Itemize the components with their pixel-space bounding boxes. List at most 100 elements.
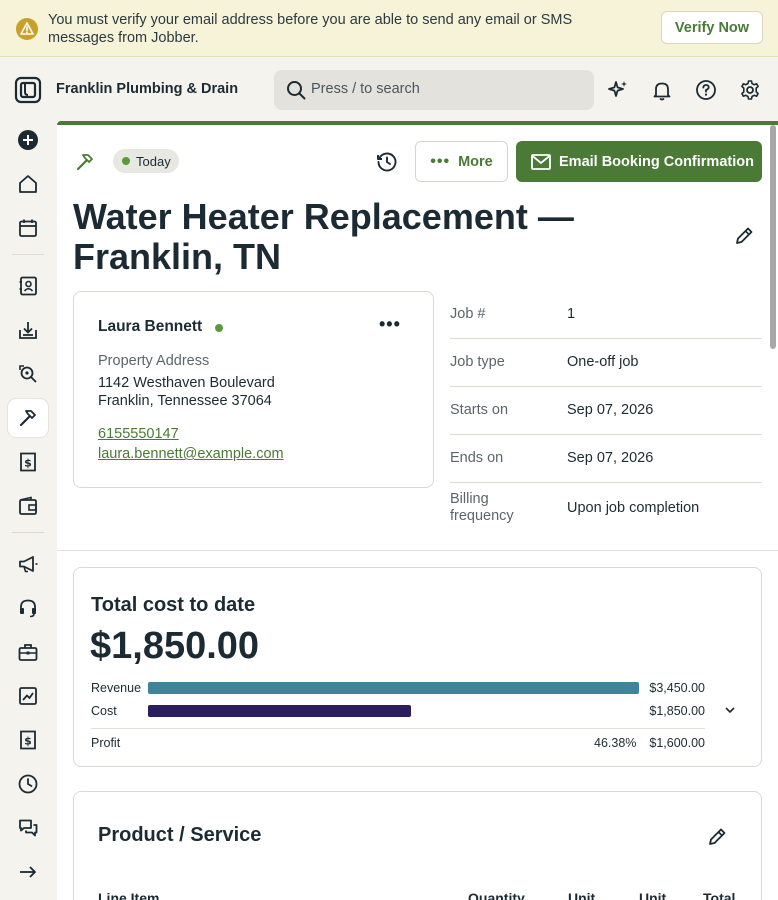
clock-icon [18, 774, 38, 794]
bell-icon[interactable] [651, 79, 673, 101]
megaphone-icon [19, 556, 38, 573]
product-service-title: Product / Service [98, 824, 262, 846]
detail-row: Starts on Sep 07, 2026 [450, 387, 762, 435]
detail-label: Job # [450, 306, 486, 322]
banner-message: You must verify your email address befor… [48, 12, 573, 46]
detail-row: Billing frequency Upon job completion [450, 483, 762, 533]
sidebar-item-collapse[interactable] [8, 853, 48, 891]
status-badge: Today [113, 149, 179, 173]
sidebar-item-support[interactable] [8, 589, 48, 627]
client-more-menu-icon[interactable]: ••• [379, 314, 401, 335]
wallet-icon [19, 496, 37, 515]
page-title: Water Heater Replacement — Franklin, TN [73, 196, 574, 277]
calendar-icon [19, 219, 37, 237]
sidebar-item-expenses[interactable]: $ [8, 721, 48, 759]
client-email-link[interactable]: laura.bennett@example.com [98, 446, 284, 462]
home-icon [19, 175, 37, 193]
client-card: Laura Bennett ••• Property Address 1142 … [73, 291, 434, 488]
revenue-label: Revenue [91, 681, 142, 695]
company-name[interactable]: Franklin Plumbing & Drain [56, 81, 238, 97]
detail-value: One-off job [567, 354, 639, 370]
sidebar-item-jobs[interactable] [8, 399, 48, 437]
search-icon [287, 81, 306, 100]
address-line-2: Franklin, Tennessee 37064 [98, 393, 272, 409]
detail-label: Ends on [450, 450, 504, 466]
edit-pencil-icon[interactable] [706, 826, 728, 848]
sidebar-divider [12, 254, 44, 255]
plus-circle-icon [18, 130, 38, 150]
warning-icon [16, 18, 38, 40]
headset-icon [20, 599, 36, 618]
history-icon[interactable] [375, 150, 399, 174]
sidebar-item-invoices[interactable]: $ [8, 443, 48, 481]
help-icon[interactable] [695, 79, 717, 101]
sidebar-item-payments[interactable] [8, 487, 48, 525]
column-header-line-item: Line Item [98, 890, 160, 900]
detail-label: Starts on [450, 402, 509, 418]
status-label: Today [136, 153, 171, 169]
job-accent-bar [57, 121, 778, 125]
search-bar[interactable]: Press / to search [274, 70, 594, 110]
chevron-down-icon[interactable] [723, 703, 737, 717]
envelope-icon [531, 153, 551, 170]
column-header-total: Total [703, 890, 736, 900]
client-phone-link[interactable]: 6155550147 [98, 426, 179, 442]
revenue-bar [148, 682, 639, 694]
email-booking-confirmation-button[interactable]: Email Booking Confirmation [516, 141, 762, 182]
verify-email-banner: You must verify your email address befor… [0, 0, 778, 57]
sidebar-item-marketing[interactable] [8, 545, 48, 583]
chart-icon [19, 687, 37, 705]
sidebar-item-chat[interactable] [8, 809, 48, 847]
profit-label: Profit [91, 736, 121, 750]
cost-amount: $1,850.00 [90, 625, 260, 667]
svg-text:$: $ [24, 735, 32, 748]
inbox-download-icon [19, 322, 37, 339]
receipt-dollar-icon: $ [20, 730, 36, 750]
status-dot [122, 157, 130, 165]
detail-value: Sep 07, 2026 [567, 402, 654, 418]
sidebar-item-timesheets[interactable] [8, 765, 48, 803]
settings-icon[interactable] [739, 79, 761, 101]
more-label: More [458, 153, 493, 170]
detail-value: 1 [567, 306, 576, 322]
address-line-1: 1142 Westhaven Boulevard [98, 375, 275, 391]
verify-now-button[interactable]: Verify Now [661, 11, 763, 44]
product-service-card: Product / Service Line Item Quantity Uni… [73, 791, 762, 900]
more-button[interactable]: ••• More [415, 141, 508, 182]
detail-label: Job type [450, 354, 505, 370]
sidebar-item-requests[interactable] [8, 311, 48, 349]
sidebar-item-quotes[interactable] [8, 355, 48, 393]
detail-value: Upon job completion [567, 500, 700, 516]
column-header-quantity: Quantity [468, 890, 525, 900]
cost-card: Total cost to date $1,850.00 Revenue $3,… [73, 567, 762, 767]
sparkle-icon[interactable] [607, 79, 629, 101]
detail-row: Job # 1 [450, 291, 762, 339]
cost-label: Cost [91, 704, 117, 718]
sidebar-item-apps[interactable] [8, 633, 48, 671]
chat-bubbles-icon [19, 819, 38, 837]
revenue-value: $3,450.00 [649, 681, 705, 695]
sidebar-item-schedule[interactable] [8, 209, 48, 247]
section-divider [57, 550, 778, 551]
cost-title: Total cost to date [91, 594, 256, 616]
profit-divider [91, 728, 705, 729]
jobber-logo-icon[interactable] [14, 76, 42, 104]
sidebar-item-home[interactable] [8, 165, 48, 203]
detail-value: Sep 07, 2026 [567, 450, 654, 466]
sidebar-item-clients[interactable] [8, 267, 48, 305]
invoice-dollar-icon: $ [20, 452, 36, 472]
profit-percentage: 46.38% [594, 736, 637, 750]
job-detail-panel: Today ••• More Email Booking Confirmatio… [57, 121, 778, 900]
sidebar-item-reports[interactable] [8, 677, 48, 715]
svg-text:$: $ [24, 457, 32, 470]
edit-pencil-icon[interactable] [733, 225, 755, 247]
detail-row: Ends on Sep 07, 2026 [450, 435, 762, 483]
toolbox-icon [18, 644, 38, 661]
detail-row: Job type One-off job [450, 339, 762, 387]
sidebar-item-create[interactable] [8, 121, 48, 159]
scrollbar[interactable] [770, 125, 776, 349]
client-name[interactable]: Laura Bennett [98, 318, 202, 336]
arrow-right-icon [20, 866, 36, 878]
email-button-label: Email Booking Confirmation [559, 153, 754, 170]
hammer-icon [19, 410, 36, 427]
